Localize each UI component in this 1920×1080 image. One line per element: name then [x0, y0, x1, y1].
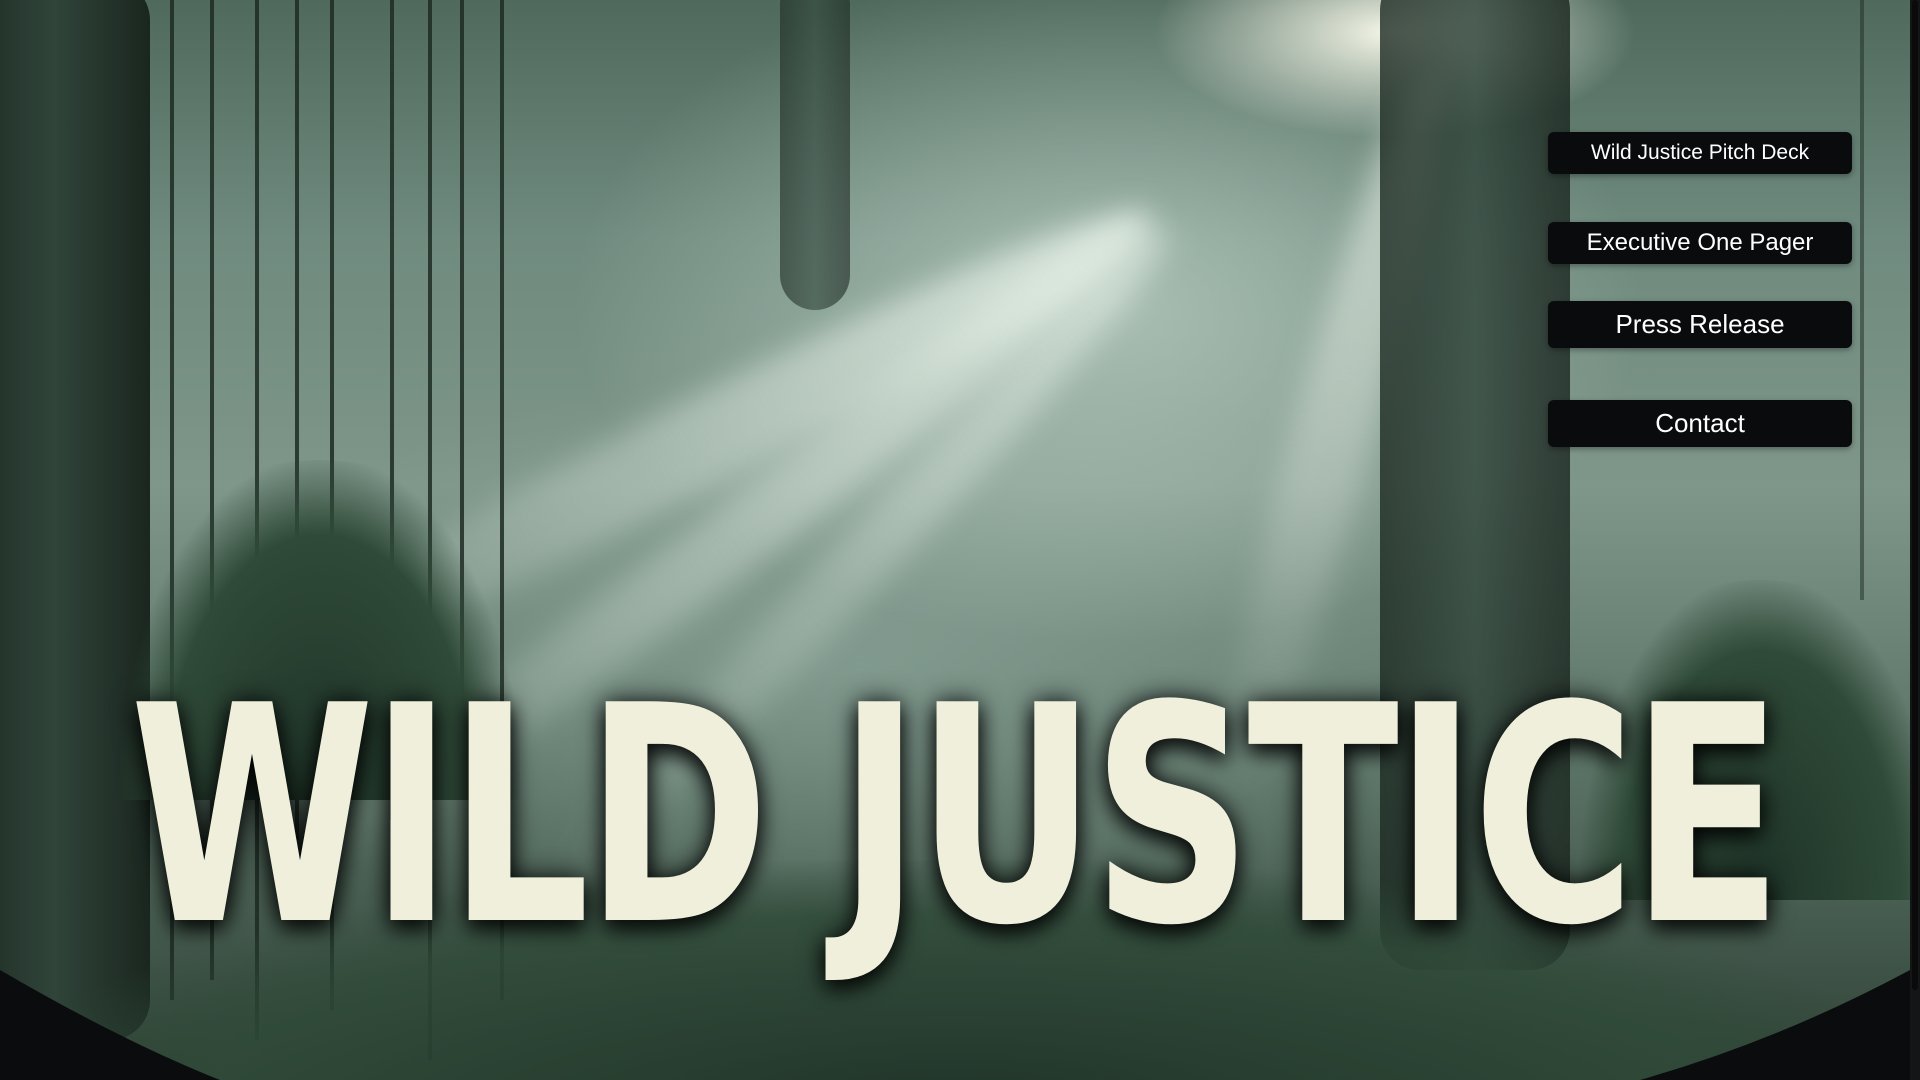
wild-justice-title: WILD JUSTICE	[129, 642, 1783, 991]
hanging-vine	[1860, 0, 1864, 600]
scrollbar-thumb[interactable]	[1912, 0, 1918, 990]
pitch-deck-button[interactable]: Wild Justice Pitch Deck	[1548, 132, 1852, 174]
press-release-button[interactable]: Press Release	[1548, 301, 1852, 348]
executive-one-pager-button[interactable]: Executive One Pager	[1548, 222, 1852, 264]
page-scrollbar[interactable]	[1910, 0, 1920, 1080]
contact-button[interactable]: Contact	[1548, 400, 1852, 447]
tree-trunk	[780, 0, 850, 310]
tree-trunk	[0, 0, 150, 1040]
